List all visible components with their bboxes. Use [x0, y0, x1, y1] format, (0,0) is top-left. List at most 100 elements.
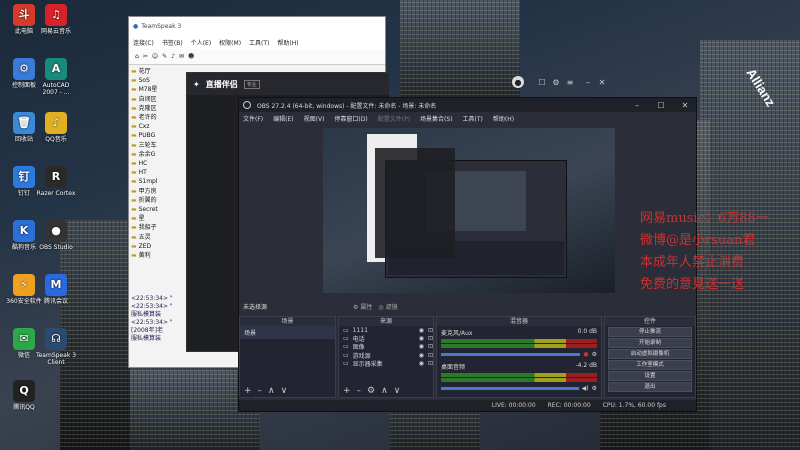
speaker-mute-icon[interactable]: ♪: [171, 53, 175, 60]
ts-menu-self[interactable]: 个人(E): [191, 38, 211, 47]
desktop-icon[interactable]: ☊ TeamSpeak 3 Client: [34, 328, 78, 366]
obs-menu-tools[interactable]: 工具(T): [463, 114, 483, 123]
channel-item[interactable]: ▬ ZED: [131, 242, 187, 251]
obs-minimize-icon[interactable]: –: [631, 99, 643, 111]
add-source-icon[interactable]: +: [343, 386, 351, 396]
channel-item[interactable]: ▬ 三轮车: [131, 141, 187, 150]
scene-up-icon[interactable]: ∧: [268, 386, 275, 396]
studio-mode-button[interactable]: 工作室模式: [608, 360, 692, 370]
channel-item[interactable]: ▬ PUBG: [131, 131, 187, 140]
visibility-eye-icon[interactable]: ◉: [419, 335, 424, 342]
source-settings-icon[interactable]: ⚙: [367, 386, 375, 396]
speaker-icon[interactable]: ◀): [582, 385, 589, 392]
obs-menu-edit[interactable]: 编辑(E): [273, 114, 293, 123]
obs-maximize-icon[interactable]: ☐: [655, 99, 667, 111]
zb-msg-icon[interactable]: ☐: [536, 76, 548, 88]
connect-icon[interactable]: ⌂: [135, 53, 139, 60]
channel-item[interactable]: ▬ M78星: [131, 85, 187, 94]
channel-item[interactable]: ▬ HT: [131, 168, 187, 177]
zb-minimize-icon[interactable]: –: [582, 76, 594, 88]
obs-menu-docks[interactable]: 停靠窗口(D): [334, 114, 367, 123]
obs-titlebar[interactable]: OBS 27.2.4 (64-bit, windows) - 配置文件: 未命名…: [239, 98, 696, 112]
channel-item[interactable]: ▬ 甲方房: [131, 187, 187, 196]
obs-menu-help[interactable]: 帮助(H): [493, 114, 514, 123]
add-scene-icon[interactable]: +: [244, 386, 252, 396]
ts-menu-permissions[interactable]: 权限(M): [219, 38, 241, 47]
channel-item[interactable]: ▬ SoS: [131, 76, 187, 85]
channel-item[interactable]: ▬ 黄利: [131, 251, 187, 260]
obs-preview[interactable]: [323, 128, 615, 293]
ts-menu-connect[interactable]: 连接(C): [133, 38, 154, 47]
channel-item[interactable]: ▬ 自闭区: [131, 95, 187, 104]
source-down-icon[interactable]: ∨: [394, 386, 401, 396]
visibility-eye-icon[interactable]: ◉: [419, 360, 424, 367]
mic-mute-icon[interactable]: ✎: [162, 53, 167, 60]
ts-menu-bookmarks[interactable]: 书签(B): [162, 38, 183, 47]
mixer-settings-icon[interactable]: ⚙: [592, 351, 597, 358]
desktop-icon[interactable]: ♪ QQ音乐: [34, 112, 78, 143]
source-item[interactable]: ▭ 显示器采集 ◉ ⊡: [339, 360, 433, 368]
channel-item[interactable]: ▬ HC: [131, 159, 187, 168]
exit-button[interactable]: 退出: [608, 382, 692, 392]
scene-item[interactable]: 场景: [240, 326, 335, 339]
remove-source-icon[interactable]: –: [357, 386, 362, 396]
scene-down-icon[interactable]: ∨: [281, 386, 288, 396]
obs-menu-view[interactable]: 视图(V): [304, 114, 325, 123]
away-icon[interactable]: ☺: [152, 53, 158, 60]
ts-menu-help[interactable]: 帮助(H): [277, 38, 298, 47]
zb-close-icon[interactable]: ✕: [596, 76, 608, 88]
channel-item[interactable]: ▬ 花厅: [131, 67, 187, 76]
desktop-icon[interactable]: M 腾讯会议: [34, 274, 78, 305]
desktop-icon[interactable]: ♫ 网易云音乐: [34, 4, 78, 35]
obs-close-icon[interactable]: ✕: [679, 99, 691, 111]
obs-menu-file[interactable]: 文件(F): [243, 114, 263, 123]
visibility-eye-icon[interactable]: ◉: [419, 352, 424, 359]
obs-window[interactable]: OBS 27.2.4 (64-bit, windows) - 配置文件: 未命名…: [238, 97, 697, 412]
lock-icon[interactable]: ⊡: [428, 327, 433, 334]
properties-button[interactable]: ⚙ 属性: [353, 302, 372, 311]
volume-slider[interactable]: [441, 387, 579, 390]
desktop-icon[interactable]: ● OBS Studio: [34, 220, 78, 251]
zb-avatar-icon[interactable]: ●: [512, 76, 524, 88]
contacts-icon[interactable]: ☻: [188, 53, 194, 60]
zb-settings-icon[interactable]: ⚙: [550, 76, 562, 88]
lock-icon[interactable]: ⊡: [428, 335, 433, 342]
volume-slider[interactable]: [441, 353, 581, 356]
teamspeak-titlebar[interactable]: ● TeamSpeak 3: [129, 17, 385, 35]
desktop-icon[interactable]: A AutoCAD 2007 - ...: [34, 58, 78, 96]
channel-tree[interactable]: ▬ 花厅 ▬ SoS ▬ M78星 ▬ 自闭区 ▬ 克隆区 ▬ 老许的 ▬ Cxz ▬ PUB…: [131, 67, 187, 260]
start-recording-button[interactable]: 开始录制: [608, 338, 692, 348]
visibility-eye-icon[interactable]: ◉: [419, 327, 424, 334]
lock-icon[interactable]: ⊡: [428, 343, 433, 350]
channel-item[interactable]: ▬ Secret: [131, 205, 187, 214]
channel-item[interactable]: ▬ 折翼的: [131, 196, 187, 205]
settings-button[interactable]: 设置: [608, 371, 692, 381]
mixer-settings-icon[interactable]: ⚙: [592, 385, 597, 392]
channel-item[interactable]: ▬ 克隆区: [131, 104, 187, 113]
mic-mute-icon[interactable]: ●: [583, 351, 588, 358]
chat-log: <22:53:34> " <22:53:34> " 服私模算装 <22:53:34> …: [131, 295, 187, 343]
desktop-icon[interactable]: R Razer Cortex: [34, 166, 78, 197]
channel-item[interactable]: ▬ 余余G: [131, 150, 187, 159]
ts-menu-tools[interactable]: 工具(T): [249, 38, 269, 47]
stop-streaming-button[interactable]: 停止推流: [608, 327, 692, 337]
visibility-eye-icon[interactable]: ◉: [419, 343, 424, 350]
lock-icon[interactable]: ⊡: [428, 352, 433, 359]
obs-menu-scene-collection[interactable]: 场景集合(S): [420, 114, 453, 123]
filters-button[interactable]: ◎ 滤镜: [378, 302, 397, 311]
channel-item[interactable]: ▬ S1mpl: [131, 177, 187, 186]
channel-item[interactable]: ▬ 五灵: [131, 233, 187, 242]
lock-icon[interactable]: ⊡: [428, 360, 433, 367]
disconnect-icon[interactable]: ✂: [143, 53, 148, 60]
channel-item[interactable]: ▬ 老许的: [131, 113, 187, 122]
obs-menu-profile[interactable]: 配置文件(P): [378, 114, 410, 123]
chat-icon[interactable]: ✉: [179, 53, 184, 60]
channel-item[interactable]: ▬ Cxz: [131, 122, 187, 131]
channel-item[interactable]: ▬ 我船子: [131, 223, 187, 232]
remove-scene-icon[interactable]: –: [258, 386, 263, 396]
source-up-icon[interactable]: ∧: [381, 386, 388, 396]
desktop-icon[interactable]: Q 腾讯QQ: [2, 380, 46, 411]
zb-menu-icon[interactable]: ≡: [564, 76, 576, 88]
channel-item[interactable]: ▬ 星: [131, 214, 187, 223]
start-virtual-camera-button[interactable]: 启动虚拟摄像机: [608, 349, 692, 359]
